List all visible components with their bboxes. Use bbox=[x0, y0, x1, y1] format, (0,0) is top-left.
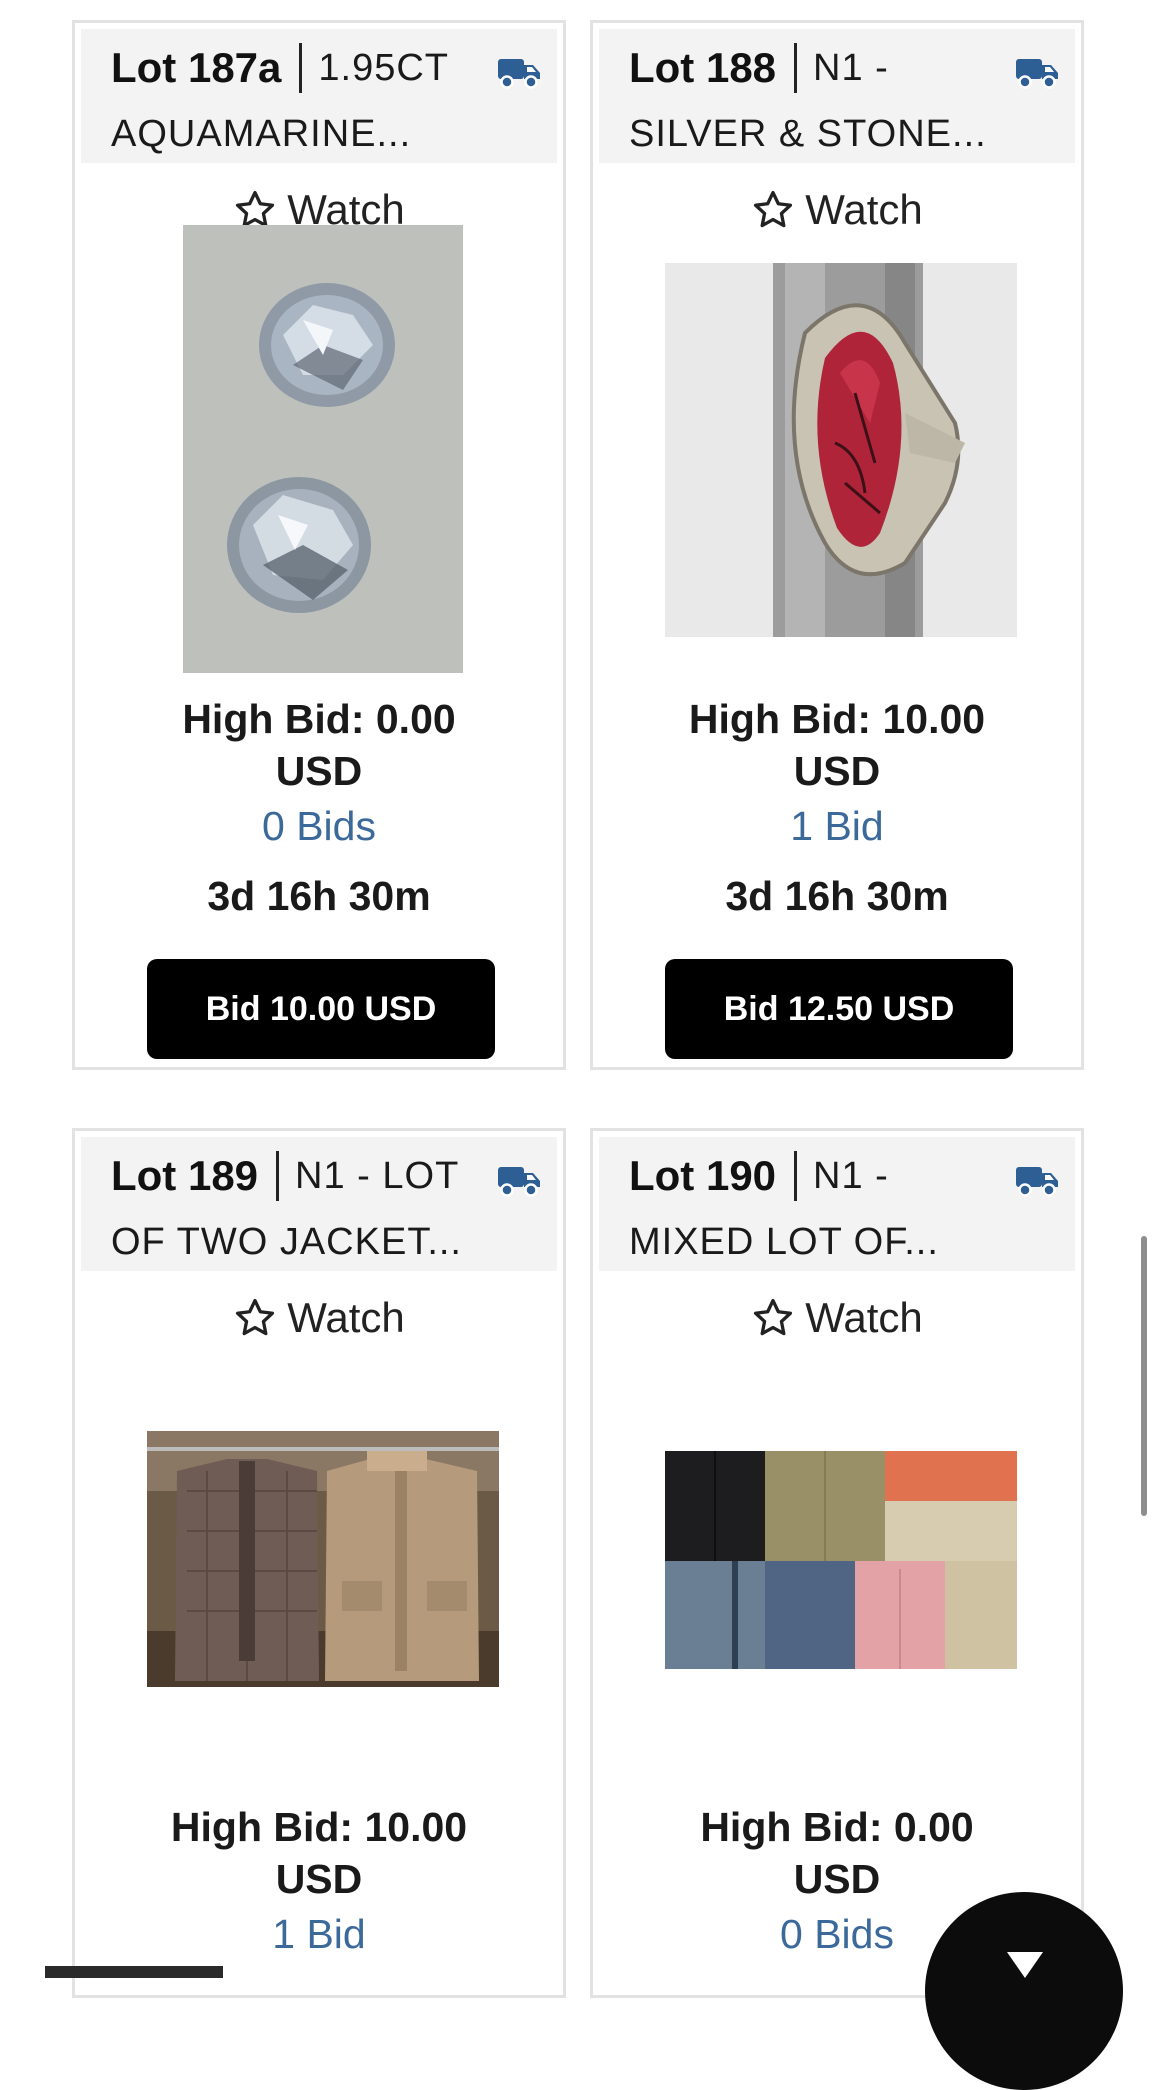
star-outline-icon bbox=[754, 190, 793, 228]
high-bid: High Bid: 10.00 USD bbox=[593, 693, 1081, 797]
title-separator bbox=[794, 1151, 798, 1201]
high-bid-currency: USD bbox=[793, 748, 881, 794]
truck-icon bbox=[498, 59, 540, 89]
high-bid-currency: USD bbox=[275, 1856, 363, 1902]
lot-title-part1: 1.95CT bbox=[318, 46, 450, 89]
high-bid-amount: High Bid: 0.00 bbox=[700, 1804, 974, 1850]
high-bid-amount: High Bid: 10.00 bbox=[688, 696, 986, 742]
high-bid-amount: High Bid: 10.00 bbox=[170, 1804, 468, 1850]
lot-header[interactable]: Lot 188 N1 - SILVER & STONE... bbox=[599, 29, 1075, 163]
bid-button[interactable]: Bid 10.00 USD bbox=[147, 959, 495, 1059]
star-outline-icon bbox=[754, 1298, 793, 1336]
lot-card-188[interactable]: Lot 188 N1 - SILVER & STONE... Watch Hig… bbox=[590, 20, 1084, 1070]
watch-label: Watch bbox=[805, 186, 923, 233]
high-bid: High Bid: 0.00 USD bbox=[75, 693, 563, 797]
bids-count-link[interactable]: 1 Bid bbox=[75, 1911, 563, 1958]
lot-number: Lot 189 bbox=[111, 1152, 259, 1199]
scroll-down-button[interactable] bbox=[925, 1892, 1123, 2090]
high-bid-amount: High Bid: 0.00 bbox=[182, 696, 456, 742]
lot-title-line: Lot 190 N1 - bbox=[629, 1145, 889, 1207]
lot-title-part1: N1 - bbox=[813, 46, 889, 89]
lot-card-187a[interactable]: Lot 187a 1.95CT AQUAMARINE... Watch High… bbox=[72, 20, 566, 1070]
vertical-scrollbar[interactable] bbox=[1141, 1236, 1147, 1516]
watch-label: Watch bbox=[287, 1294, 405, 1341]
chevron-down-icon bbox=[1007, 1952, 1043, 1978]
high-bid: High Bid: 10.00 USD bbox=[75, 1801, 563, 1905]
lot-card-189[interactable]: Lot 189 N1 - LOT OF TWO JACKET... Watch bbox=[72, 1128, 566, 1998]
lot-image-jackets[interactable] bbox=[147, 1431, 499, 1687]
lot-title-part2: MIXED LOT OF... bbox=[629, 1221, 939, 1263]
watch-button[interactable]: Watch bbox=[75, 1291, 563, 1345]
bottom-bar bbox=[45, 1966, 223, 1978]
lot-card-190[interactable]: Lot 190 N1 - MIXED LOT OF... Watch High … bbox=[590, 1128, 1084, 1998]
lot-title-line: Lot 189 N1 - LOT bbox=[111, 1145, 459, 1207]
lot-header[interactable]: Lot 190 N1 - MIXED LOT OF... bbox=[599, 1137, 1075, 1271]
lot-title-line: Lot 187a 1.95CT bbox=[111, 37, 449, 99]
high-bid: High Bid: 0.00 USD bbox=[593, 1801, 1081, 1905]
lot-title-part2: OF TWO JACKET... bbox=[111, 1221, 462, 1263]
lot-number: Lot 190 bbox=[629, 1152, 777, 1199]
watch-button[interactable]: Watch bbox=[593, 183, 1081, 237]
bids-count-link[interactable]: 1 Bid bbox=[593, 803, 1081, 850]
high-bid-currency: USD bbox=[275, 748, 363, 794]
lot-title-part1: N1 - bbox=[813, 1154, 889, 1197]
truck-icon bbox=[498, 1167, 540, 1197]
title-separator bbox=[276, 1151, 280, 1201]
truck-icon bbox=[1016, 59, 1058, 89]
truck-icon bbox=[1016, 1167, 1058, 1197]
lot-title-part2: SILVER & STONE... bbox=[629, 113, 987, 155]
lot-title-part2: AQUAMARINE... bbox=[111, 113, 412, 155]
bids-count-link[interactable]: 0 Bids bbox=[75, 803, 563, 850]
time-left: 3d 16h 30m bbox=[207, 873, 431, 919]
title-separator bbox=[299, 43, 303, 93]
lot-number: Lot 188 bbox=[629, 44, 777, 91]
watch-label: Watch bbox=[805, 1294, 923, 1341]
lot-title-line: Lot 188 N1 - bbox=[629, 37, 889, 99]
bid-button[interactable]: Bid 12.50 USD bbox=[665, 959, 1013, 1059]
lot-image-mixed-clothing[interactable] bbox=[665, 1451, 1017, 1669]
lot-number: Lot 187a bbox=[111, 44, 282, 91]
lot-image-ring[interactable] bbox=[665, 263, 1017, 637]
time-left: 3d 16h 30m bbox=[725, 873, 949, 919]
title-separator bbox=[794, 43, 798, 93]
lot-header[interactable]: Lot 189 N1 - LOT OF TWO JACKET... bbox=[81, 1137, 557, 1271]
watch-button[interactable]: Watch bbox=[593, 1291, 1081, 1345]
lot-title-part1: N1 - LOT bbox=[295, 1154, 460, 1197]
lot-header[interactable]: Lot 187a 1.95CT AQUAMARINE... bbox=[81, 29, 557, 163]
lot-image-aquamarine[interactable] bbox=[183, 225, 463, 673]
star-outline-icon bbox=[236, 1298, 275, 1336]
